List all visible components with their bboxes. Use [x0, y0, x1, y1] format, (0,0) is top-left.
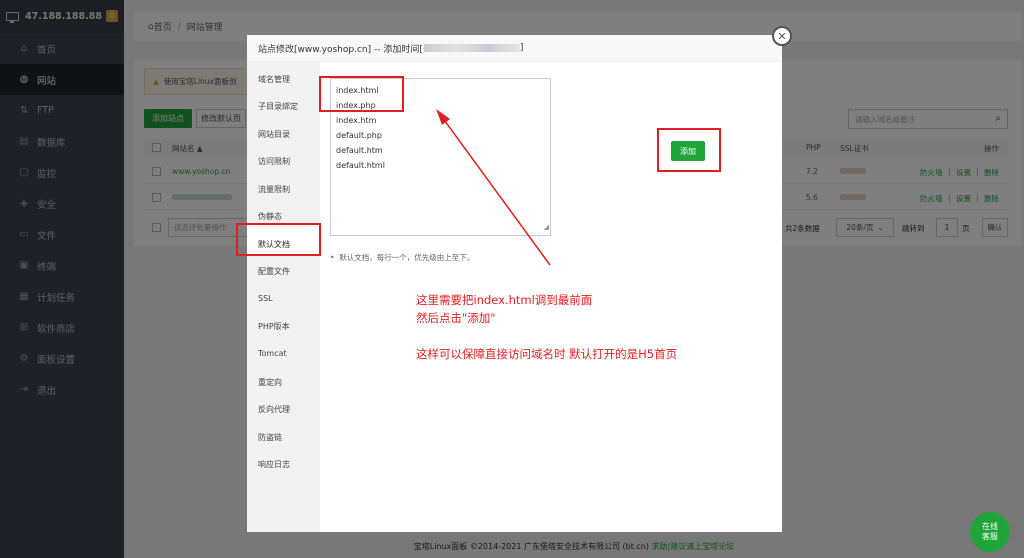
- annotation-box-index: [319, 76, 404, 112]
- modal-title-text: 站点修改[www.yoshop.cn] -- 添加时间[: [258, 44, 423, 55]
- modal-nav-php[interactable]: PHP版本: [258, 321, 290, 332]
- online-service-line2: 客服: [982, 532, 998, 541]
- annotation-line: 然后点击"添加": [416, 311, 496, 325]
- modal-nav-site-dir[interactable]: 网站目录: [258, 129, 290, 140]
- modal-nav-hotlink[interactable]: 防盗链: [258, 432, 282, 443]
- online-service-line1: 在线: [982, 522, 998, 531]
- modal-nav-config[interactable]: 配置文件: [258, 266, 290, 277]
- online-service-button[interactable]: 在线 客服: [970, 512, 1010, 552]
- modal-nav-ssl[interactable]: SSL: [258, 294, 273, 303]
- modal-nav-domain[interactable]: 域名管理: [258, 74, 290, 85]
- modal-nav-tomcat[interactable]: Tomcat: [258, 349, 287, 358]
- modal-title: 站点修改[www.yoshop.cn] -- 添加时间[]: [247, 35, 782, 62]
- annotation-note: 这里需要把index.html调到最前面 然后点击"添加" 这样可以保障直接访问…: [416, 291, 677, 363]
- modal-nav-proxy[interactable]: 反向代理: [258, 404, 290, 415]
- modal-nav-access-limit[interactable]: 访问限制: [258, 156, 290, 167]
- annotation-box-add: [657, 128, 721, 172]
- modal-nav-redirect[interactable]: 重定向: [258, 377, 282, 388]
- redacted-timestamp: [423, 44, 520, 52]
- bullet-icon: •: [330, 253, 335, 262]
- annotation-box-nav: [236, 223, 321, 256]
- modal-nav-subdir[interactable]: 子目录绑定: [258, 101, 298, 112]
- modal-nav-traffic-limit[interactable]: 流量限制: [258, 184, 290, 195]
- close-icon[interactable]: ✕: [772, 26, 792, 46]
- annotation-line: 这里需要把index.html调到最前面: [416, 293, 593, 307]
- modal-nav-rewrite[interactable]: 伪静态: [258, 211, 282, 222]
- annotation-line: 这样可以保障直接访问域名时 默认打开的是H5首页: [416, 347, 678, 361]
- modal-nav-response-log[interactable]: 响应日志: [258, 459, 290, 470]
- modal-title-end: ]: [519, 43, 524, 53]
- annotation-arrow-icon: [436, 109, 551, 266]
